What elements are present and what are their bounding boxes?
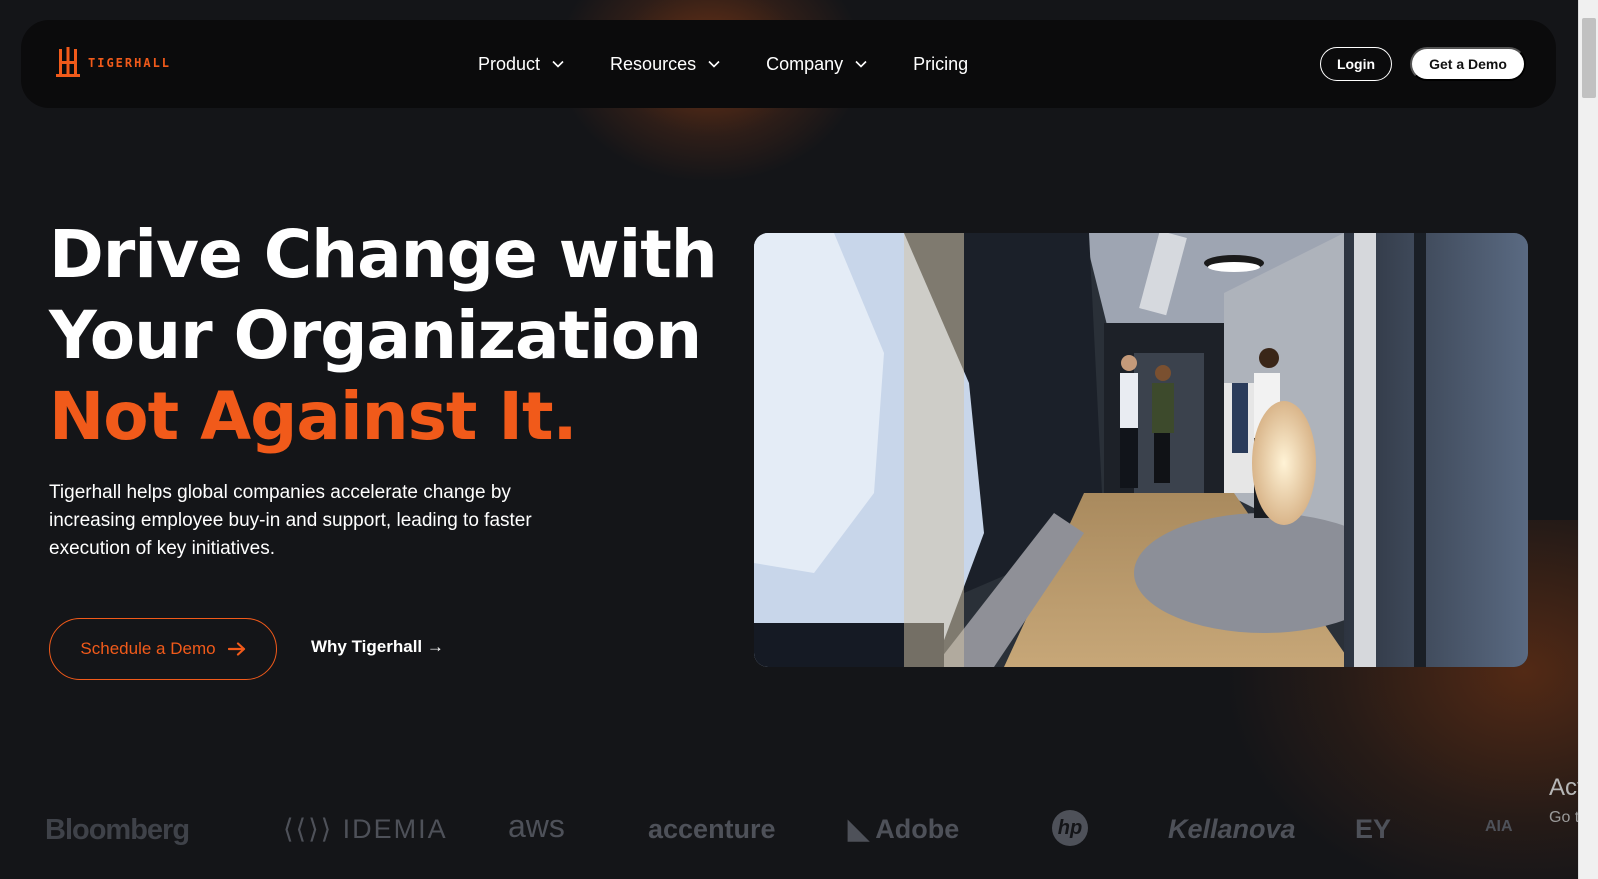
accenture-logo: accenture xyxy=(648,814,776,844)
schedule-demo-label: Schedule a Demo xyxy=(80,639,216,658)
headline-line-1: Drive Change with xyxy=(49,216,718,293)
top-navigation: TIGERHALL Product Resources Company Pric… xyxy=(21,20,1556,108)
office-hallway-video xyxy=(754,233,1528,667)
bloomberg-logo: Bloomberg xyxy=(45,814,190,846)
aia-logo: AIA xyxy=(1485,818,1513,835)
nav-pricing-label: Pricing xyxy=(913,53,969,74)
nav-company[interactable]: Company xyxy=(766,54,867,75)
ey-logo: EY xyxy=(1355,814,1392,844)
schedule-demo-button[interactable]: Schedule a Demo xyxy=(49,618,277,680)
scrollbar-thumb[interactable] xyxy=(1582,18,1596,98)
kellanova-logo: Kellanova xyxy=(1168,814,1296,844)
headline-line-2: Your Organization xyxy=(49,297,702,374)
arrow-right-icon xyxy=(227,642,245,656)
adobe-logo: ◣ Adobe xyxy=(848,814,960,844)
nav-pricing[interactable]: Pricing xyxy=(913,54,968,75)
nav-resources[interactable]: Resources xyxy=(610,54,720,75)
page-scrollbar[interactable] xyxy=(1578,0,1598,879)
aws-logo: aws xyxy=(508,808,565,844)
why-tigerhall-link[interactable]: Why Tigerhall → xyxy=(311,637,444,657)
chevron-down-icon xyxy=(708,60,720,68)
hero-description: Tigerhall helps global companies acceler… xyxy=(49,482,532,559)
headline-accent: Not Against It. xyxy=(49,378,578,455)
login-button[interactable]: Login xyxy=(1320,47,1392,81)
nav-company-label: Company xyxy=(766,53,844,74)
nav-resources-label: Resources xyxy=(610,53,697,74)
chevron-down-icon xyxy=(855,60,867,68)
nav-product[interactable]: Product xyxy=(478,54,564,75)
chevron-down-icon xyxy=(552,60,564,68)
main-menu: Product Resources Company Pricing xyxy=(478,20,968,108)
hero-video[interactable] xyxy=(754,233,1528,667)
get-demo-button[interactable]: Get a Demo xyxy=(1410,47,1526,81)
idemia-logo-text: IDEMIA xyxy=(342,814,448,844)
logo-wordmark: TIGERHALL xyxy=(88,56,172,70)
idemia-logo: ⟨⟨⟩⟩ IDEMIA xyxy=(283,814,448,844)
hp-logo: hp xyxy=(1052,810,1088,846)
tigerhall-logo-icon xyxy=(56,47,80,77)
tigerhall-logo[interactable]: TIGERHALL xyxy=(56,47,171,79)
client-logos-strip: Bloomberg ⟨⟨⟩⟩ IDEMIA aws accenture ◣ Ad… xyxy=(0,800,1578,860)
hero-headline: Drive Change with Your Organization Not … xyxy=(49,214,749,457)
nav-product-label: Product xyxy=(478,53,541,74)
adobe-logo-text: Adobe xyxy=(875,814,960,844)
